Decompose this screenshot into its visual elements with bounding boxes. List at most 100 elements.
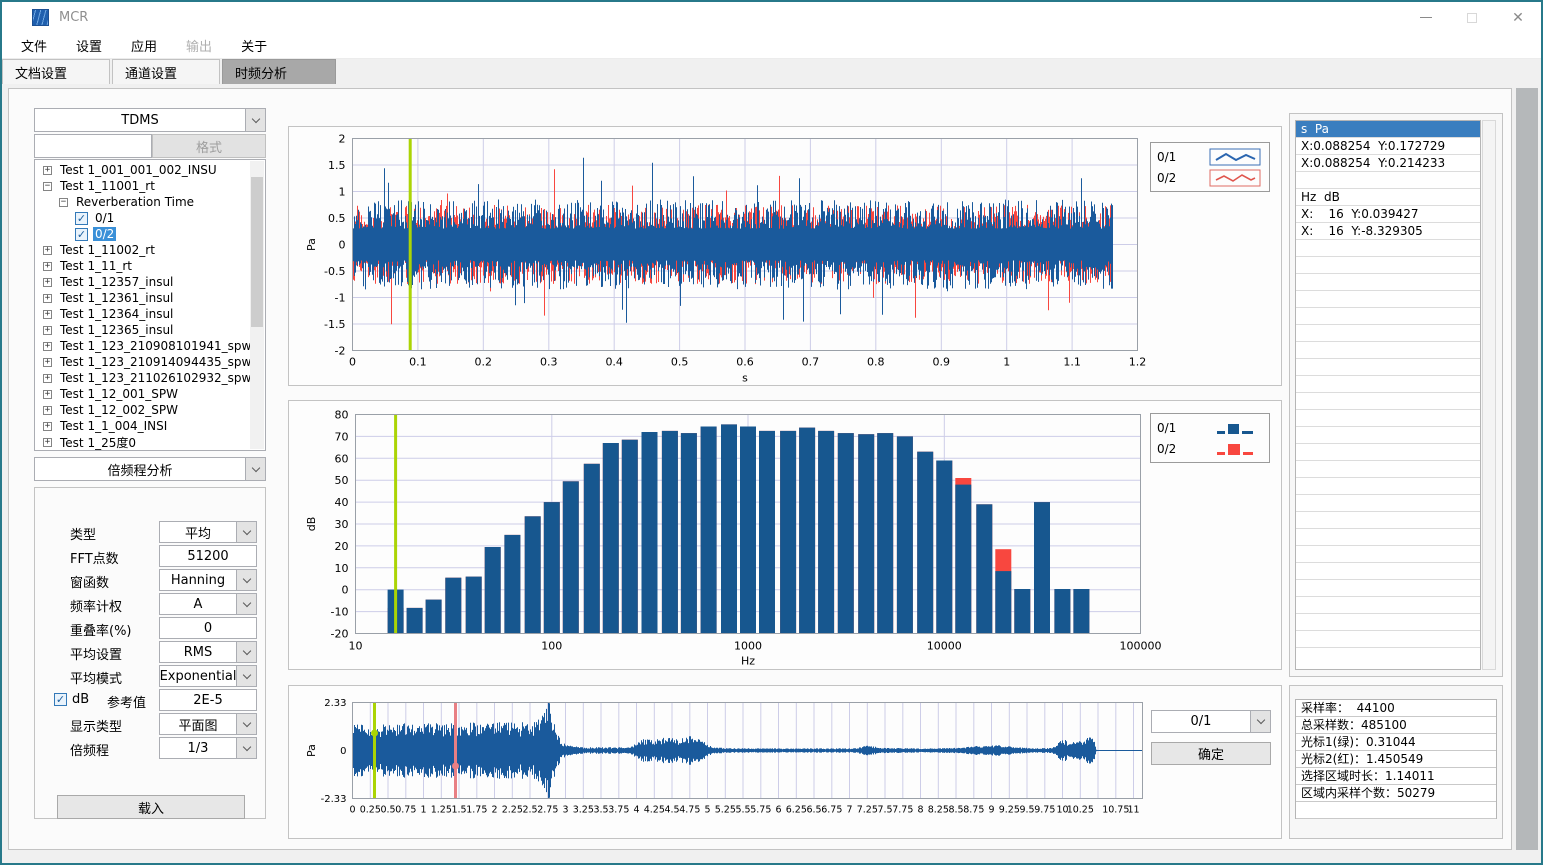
values-empty-row[interactable] [1296,529,1480,546]
analysis-type-dropdown[interactable]: 倍频程分析 [34,457,266,481]
values-row[interactable]: X: 16 Y:0.039427 [1296,206,1480,223]
values-row[interactable]: X:0.088254 Y:0.214233 [1296,155,1480,172]
menu-item-2[interactable]: 应用 [127,34,161,57]
values-empty-row[interactable] [1296,495,1480,512]
values-empty-row[interactable] [1296,427,1480,444]
tree-item[interactable]: ✓0/2 [35,226,250,242]
values-empty-row[interactable] [1296,308,1480,325]
octave-spectrum-chart[interactable]: 80706050403020100-10-2010100100010000100… [289,401,1281,673]
confirm-button[interactable]: 确定 [1151,742,1271,765]
tree-item[interactable]: +Test 1_12364_insul [35,306,250,322]
field-input-1[interactable]: 51200 [159,545,257,567]
checkbox-checked-icon[interactable]: ✓ [54,693,67,706]
menu-item-4[interactable]: 关于 [237,34,271,57]
load-button[interactable]: 载入 [57,795,245,819]
expander-plus-icon[interactable]: + [43,326,52,335]
field-select-3[interactable]: A [159,593,257,615]
checkbox-checked-icon[interactable]: ✓ [75,228,88,241]
expander-plus-icon[interactable]: + [43,294,52,303]
values-empty-row[interactable] [1296,631,1480,648]
field-select-8[interactable]: 1/3 [159,737,257,759]
expander-plus-icon[interactable]: + [43,358,52,367]
values-empty-row[interactable] [1296,325,1480,342]
chevron-down-icon[interactable] [1250,711,1270,732]
tab-0[interactable]: 文档设置 [2,59,110,84]
tree-scrollbar-thumb[interactable] [251,177,263,327]
scroll-down-icon[interactable] [1483,656,1495,668]
tree-scrollbar[interactable] [250,161,264,449]
menu-item-1[interactable]: 设置 [72,34,106,57]
tree-item[interactable]: +Test 1_1_004_INSI [35,418,250,434]
values-empty-row[interactable] [1296,512,1480,529]
tree-item[interactable]: +Test 1_123_211026102932_spw [35,370,250,386]
chevron-down-icon[interactable] [236,666,256,686]
chevron-down-icon[interactable] [245,458,265,480]
field-select-7[interactable]: 平面图 [159,713,257,735]
tree-item[interactable]: +Test 1_12357_insul [35,274,250,290]
field-input-4[interactable]: 0 [159,617,257,639]
tab-2[interactable]: 时频分析 [222,59,336,84]
scroll-up-icon[interactable] [1483,122,1495,134]
tree-item[interactable]: +Test 1_12_002_SPW [35,402,250,418]
tree-item[interactable]: −Test 1_11001_rt [35,178,250,194]
values-empty-row[interactable] [1296,461,1480,478]
format-button[interactable]: 格式 [152,134,266,158]
tree-item[interactable]: +Test 1_001_001_002_INSU [35,162,250,178]
chevron-down-icon[interactable] [236,594,256,614]
scroll-down-icon[interactable] [250,435,264,449]
values-empty-row[interactable] [1296,274,1480,291]
values-empty-row[interactable] [1296,444,1480,461]
tree-item[interactable]: +Test 1_12361_insul [35,290,250,306]
scroll-up-icon[interactable] [250,161,264,175]
chevron-down-icon[interactable] [245,109,265,131]
tree-item[interactable]: −Reverberation Time [35,194,250,210]
maximize-button[interactable] [1449,2,1495,33]
tree-item[interactable]: +Test 1_11_rt [35,258,250,274]
tree-item[interactable]: +Test 1_12_001_SPW [35,386,250,402]
values-empty-row[interactable] [1296,597,1480,614]
time-waveform-chart[interactable]: 21.510.50-0.5-1-1.5-200.10.20.30.40.50.6… [289,127,1281,389]
tab-1[interactable]: 通道设置 [112,59,220,84]
tree-item[interactable]: +Test 1_123_210914094435_spw [35,354,250,370]
values-empty-row[interactable] [1296,478,1480,495]
expander-plus-icon[interactable]: + [43,406,52,415]
values-empty-row[interactable] [1296,614,1480,631]
menu-item-3[interactable]: 输出 [182,34,216,57]
values-empty-row[interactable] [1296,257,1480,274]
expander-plus-icon[interactable]: + [43,278,52,287]
reference-input[interactable]: 2E-5 [159,689,257,711]
close-button[interactable]: ✕ [1495,2,1541,33]
values-row[interactable]: X: 16 Y:-8.329305 [1296,223,1480,240]
values-empty-row[interactable] [1296,546,1480,563]
chevron-down-icon[interactable] [236,714,256,734]
values-empty-row[interactable] [1296,240,1480,257]
record-overview-chart[interactable]: 2.330-2.3300.250.50.7511.251.51.7522.252… [289,686,1281,842]
search-input[interactable] [34,134,152,158]
minimize-button[interactable] [1403,2,1449,33]
chevron-down-icon[interactable] [236,570,256,590]
values-empty-row[interactable] [1296,342,1480,359]
checkbox-checked-icon[interactable]: ✓ [75,212,88,225]
chevron-down-icon[interactable] [236,522,256,542]
values-row[interactable]: X:0.088254 Y:0.172729 [1296,138,1480,155]
values-scrollbar[interactable] [1482,120,1496,670]
expander-minus-icon[interactable]: − [43,182,52,191]
tree-item[interactable]: +Test 1_25度0 [35,434,250,450]
values-empty-row[interactable] [1296,580,1480,597]
expander-plus-icon[interactable]: + [43,342,52,351]
values-empty-row[interactable] [1296,376,1480,393]
expander-plus-icon[interactable]: + [43,374,52,383]
tree-item[interactable]: +Test 1_11002_rt [35,242,250,258]
values-row[interactable] [1296,172,1480,189]
values-empty-row[interactable] [1296,410,1480,427]
values-empty-row[interactable] [1296,291,1480,308]
field-select-6[interactable]: Exponential [159,665,257,687]
values-empty-row[interactable] [1296,563,1480,580]
values-empty-row[interactable] [1296,359,1480,376]
tree-item[interactable]: ✓0/1 [35,210,250,226]
expander-plus-icon[interactable]: + [43,310,52,319]
field-select-2[interactable]: Hanning [159,569,257,591]
expander-plus-icon[interactable]: + [43,262,52,271]
values-empty-row[interactable] [1296,393,1480,410]
tree-item[interactable]: +Test 1_123_210908101941_spw [35,338,250,354]
